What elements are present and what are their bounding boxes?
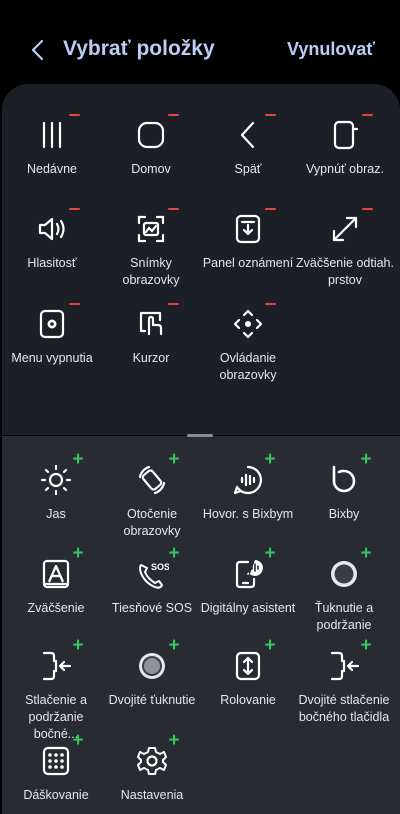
remove-badge[interactable]: [262, 296, 278, 312]
item-label: Ťuknutie a podržanie: [314, 601, 374, 632]
item-label: Bixby: [328, 507, 360, 521]
add-badge[interactable]: +: [70, 636, 86, 655]
chevron-left-icon: [31, 39, 44, 61]
brightness-icon: [38, 462, 74, 498]
side-press-hold-icon: [38, 648, 74, 684]
drag-handle[interactable]: [187, 434, 213, 437]
page-title: Vybrať položky: [63, 37, 215, 60]
back-button[interactable]: [24, 36, 52, 64]
remove-badge[interactable]: [66, 296, 82, 312]
power-menu-icon: [34, 306, 70, 342]
volume-icon: [34, 211, 70, 247]
item-label: Dvojité ťuknutie: [108, 693, 196, 707]
item-label: Kurzor: [132, 351, 170, 365]
add-badge[interactable]: +: [358, 544, 374, 563]
item-label: Ovládanie obrazovky: [219, 351, 277, 382]
item-label: Tiesňové SOS: [111, 601, 193, 615]
screen-control-icon: [230, 306, 266, 342]
add-badge[interactable]: +: [70, 544, 86, 563]
remove-badge[interactable]: [165, 201, 181, 217]
screen-off-icon: [327, 117, 363, 153]
add-badge[interactable]: +: [166, 450, 182, 469]
scroll-icon: [230, 648, 266, 684]
settings-icon: [134, 743, 170, 779]
add-badge[interactable]: +: [358, 450, 374, 469]
header: Vybrať položky Vynulovať: [0, 0, 400, 88]
item-label: Späť: [234, 162, 262, 176]
add-badge[interactable]: +: [70, 450, 86, 469]
add-badge[interactable]: +: [70, 731, 86, 750]
item-label: Vypnúť obraz.: [306, 162, 384, 176]
sos-icon: SOS: [134, 556, 170, 592]
add-badge[interactable]: +: [166, 731, 182, 750]
remove-badge[interactable]: [262, 201, 278, 217]
cursor-icon: [133, 306, 169, 342]
pinch-zoom-icon: [327, 211, 363, 247]
item-label: Nastavenia: [120, 788, 184, 802]
double-tap-icon: [134, 648, 170, 684]
remove-badge[interactable]: [66, 201, 82, 217]
recents-icon: [34, 117, 70, 153]
item-label: Stlačenie a podržanie bočné...: [25, 693, 87, 741]
rotate-icon: [134, 462, 170, 498]
screenshot-icon: [133, 211, 169, 247]
assistant-icon: [230, 556, 266, 592]
reset-button[interactable]: Vynulovať: [287, 39, 375, 60]
item-label: Panel oznámení: [202, 256, 294, 270]
remove-badge[interactable]: [165, 296, 181, 312]
bixby-icon: [326, 462, 362, 498]
side-double-press-icon: [326, 648, 362, 684]
item-label: Digitálny asistent: [200, 601, 296, 615]
home-icon: [133, 117, 169, 153]
item-label: Hovor. s Bixbym: [202, 507, 294, 521]
remove-badge[interactable]: [262, 107, 278, 123]
bixby-voice-icon: [230, 462, 266, 498]
item-label: Domov: [131, 162, 171, 176]
tap-hold-icon: [326, 556, 362, 592]
add-badge[interactable]: +: [262, 636, 278, 655]
item-label: Snímky obrazovky: [122, 256, 180, 287]
remove-badge[interactable]: [359, 201, 375, 217]
add-badge[interactable]: +: [358, 636, 374, 655]
keypad-icon: [38, 743, 74, 779]
item-label: Menu vypnutia: [11, 351, 93, 365]
remove-badge[interactable]: [165, 107, 181, 123]
item-label: Zväčšenie: [27, 601, 85, 615]
item-label: Nedávne: [26, 162, 78, 176]
add-badge[interactable]: +: [262, 450, 278, 469]
notification-panel-icon: [230, 211, 266, 247]
back-icon: [230, 117, 266, 153]
item-label: Rolovanie: [220, 693, 276, 707]
magnify-icon: [38, 556, 74, 592]
item-label: Jas: [46, 507, 66, 521]
svg-text:SOS: SOS: [151, 562, 169, 572]
add-badge[interactable]: +: [166, 636, 182, 655]
item-label: Hlasitosť: [27, 256, 77, 270]
remove-badge[interactable]: [359, 107, 375, 123]
remove-badge[interactable]: [66, 107, 82, 123]
item-label: Dáškovanie: [23, 788, 89, 802]
item-label: Zväčšenie odtiah. prstov: [296, 256, 394, 287]
add-badge[interactable]: +: [166, 544, 182, 563]
item-label: Dvojité stlačenie bočného tlačidla: [298, 693, 390, 724]
add-badge[interactable]: +: [262, 544, 278, 563]
item-label: Otočenie obrazovky: [123, 507, 181, 538]
